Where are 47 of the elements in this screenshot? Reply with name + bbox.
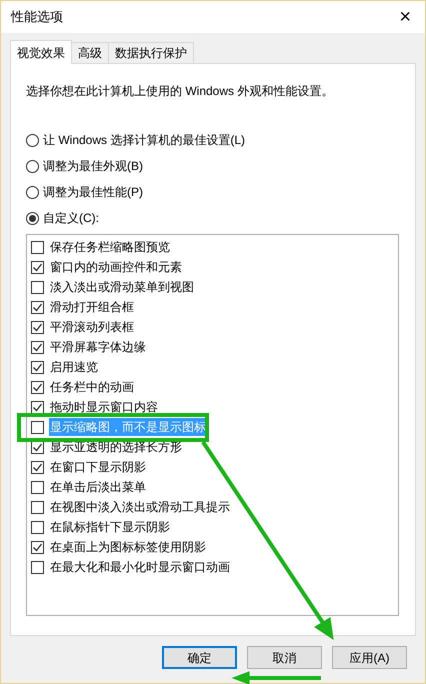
checkbox[interactable] <box>31 520 44 534</box>
checkbox[interactable] <box>31 500 44 514</box>
checkbox[interactable] <box>31 340 44 354</box>
checkbox-label[interactable]: 在窗口下显示阴影 <box>49 458 147 476</box>
checkbox-label[interactable]: 在桌面上为图标标签使用阴影 <box>49 538 207 556</box>
radio-button[interactable] <box>26 134 39 146</box>
checkbox-label[interactable]: 在最大化和最小化时显示窗口动画 <box>49 558 231 576</box>
checkbox[interactable] <box>31 480 44 494</box>
checkbox[interactable] <box>31 240 44 254</box>
checkbox-label[interactable]: 平滑屏幕字体边缘 <box>49 338 147 356</box>
radio-button[interactable] <box>26 186 39 198</box>
close-button[interactable]: × <box>399 7 411 27</box>
checkbox[interactable] <box>31 320 44 334</box>
checkbox[interactable] <box>31 400 44 414</box>
checkbox-label[interactable]: 在鼠标指针下显示阴影 <box>49 518 171 536</box>
radio-button[interactable] <box>26 212 39 224</box>
checkbox-label[interactable]: 窗口内的动画控件和元素 <box>49 258 183 276</box>
checkbox-label[interactable]: 在视图中淡入淡出或滑动工具提示 <box>49 498 231 516</box>
checkbox-label[interactable]: 淡入淡出或滑动菜单到视图 <box>49 278 195 296</box>
dialog-button[interactable]: 确定 <box>162 646 237 669</box>
checkbox-label[interactable]: 启用速览 <box>49 358 99 376</box>
window-title: 性能选项 <box>11 8 63 26</box>
radio-label: 调整为最佳性能(P) <box>43 184 143 201</box>
checkbox[interactable] <box>31 300 44 314</box>
checkbox[interactable] <box>31 260 44 274</box>
checkbox-label[interactable]: 在单击后淡出菜单 <box>49 478 147 496</box>
checkbox-label[interactable]: 保存任务栏缩略图预览 <box>49 238 171 256</box>
checkbox[interactable] <box>31 560 44 574</box>
tab[interactable]: 视觉效果 <box>10 40 72 64</box>
radio-button[interactable] <box>26 160 39 172</box>
checkbox-label[interactable]: 滑动打开组合框 <box>49 298 135 316</box>
checkbox[interactable] <box>31 360 44 374</box>
description-text: 选择你想在此计算机上使用的 Windows 外观和性能设置。 <box>26 83 334 100</box>
checkbox[interactable] <box>31 460 44 474</box>
checkbox[interactable] <box>31 420 44 434</box>
radio-label: 自定义(C): <box>43 210 99 227</box>
checkbox-label[interactable]: 任务栏中的动画 <box>49 378 135 396</box>
checkbox[interactable] <box>31 280 44 294</box>
checkbox[interactable] <box>31 540 44 554</box>
radio-label: 调整为最佳外观(B) <box>43 158 143 175</box>
checkbox-label[interactable]: 拖动时显示窗口内容 <box>49 398 159 416</box>
checkbox[interactable] <box>31 380 44 394</box>
dialog-button[interactable]: 取消 <box>247 646 322 669</box>
dialog-button[interactable]: 应用(A) <box>332 646 407 669</box>
checkbox-label[interactable]: 平滑滚动列表框 <box>49 318 135 336</box>
radio-label: 让 Windows 选择计算机的最佳设置(L) <box>43 132 246 149</box>
tab[interactable]: 数据执行保护 <box>108 42 194 63</box>
